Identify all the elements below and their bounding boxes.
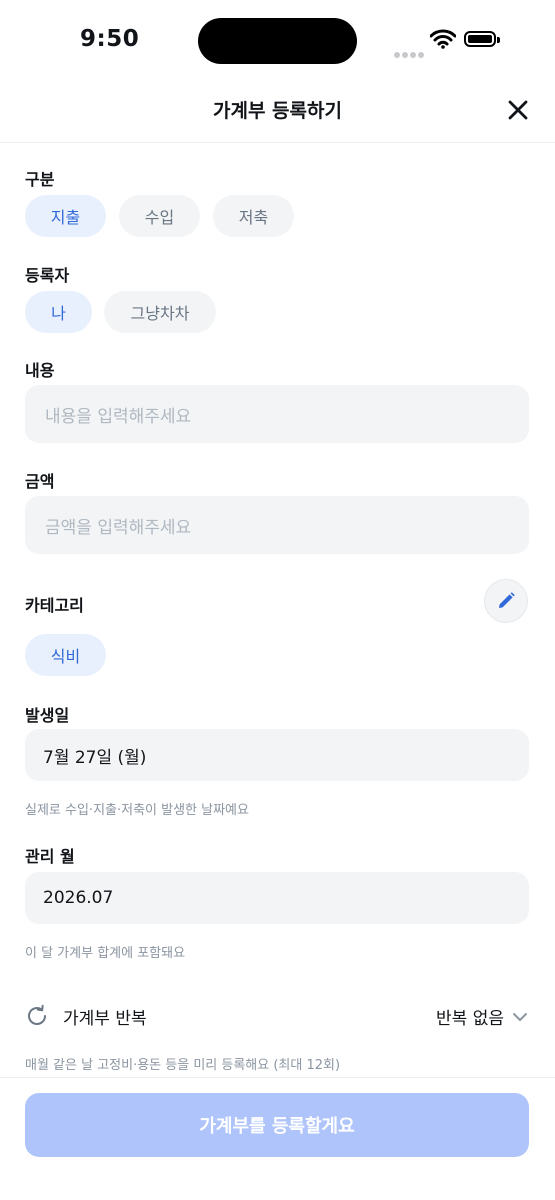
bottom-divider: [0, 1077, 555, 1078]
registrant-chip-me[interactable]: 나: [25, 291, 92, 333]
status-time: 9:50: [80, 26, 140, 52]
close-button[interactable]: [502, 94, 534, 126]
repeat-icon: [25, 1004, 49, 1032]
content-input[interactable]: 내용을 입력해주세요: [25, 385, 529, 443]
date-helper-text: 실제로 수입·지출·저축이 발생한 날짜예요: [25, 803, 249, 818]
pencil-icon: [499, 592, 515, 608]
repeat-label: 가계부 반복: [63, 1009, 147, 1029]
date-label: 발생일: [25, 706, 70, 725]
type-chip-expense[interactable]: 지출: [25, 195, 106, 237]
page-title: 가계부 등록하기: [213, 100, 342, 122]
wifi-icon: [429, 29, 457, 53]
type-label: 구분: [25, 170, 55, 189]
month-helper-text: 이 달 가계부 합계에 포함돼요: [25, 946, 186, 961]
registrant-label: 등록자: [25, 266, 70, 285]
edit-category-button[interactable]: [484, 579, 528, 623]
amount-label: 금액: [25, 472, 55, 491]
month-field[interactable]: 2026.07: [25, 872, 529, 924]
category-chip-food[interactable]: 식비: [25, 634, 106, 676]
repeat-value[interactable]: 반복 없음: [436, 1004, 504, 1029]
modal-header: 가계부 등록하기: [0, 82, 555, 143]
repeat-helper-text: 매월 같은 날 고정비·용돈 등을 미리 등록해요 (최대 12회): [25, 1058, 341, 1073]
type-chip-savings[interactable]: 저축: [213, 195, 294, 237]
date-field[interactable]: 7월 27일 (월): [25, 729, 529, 781]
month-label: 관리 월: [25, 847, 75, 866]
close-icon: [508, 100, 528, 120]
type-chip-income[interactable]: 수입: [119, 195, 200, 237]
chevron-down-icon[interactable]: [512, 1008, 528, 1027]
status-bar: 9:50: [0, 0, 555, 82]
content-label: 내용: [25, 361, 55, 380]
submit-button[interactable]: 가계부를 등록할게요: [25, 1093, 529, 1157]
amount-input[interactable]: 금액을 입력해주세요: [25, 496, 529, 554]
signal-icon: [394, 43, 426, 62]
repeat-row[interactable]: 가계부 반복 반복 없음: [25, 998, 530, 1034]
registrant-chip-partner[interactable]: 그냥차차: [104, 291, 216, 333]
dynamic-island: [198, 18, 357, 64]
battery-icon: [464, 31, 500, 47]
category-label: 카테고리: [25, 596, 84, 615]
